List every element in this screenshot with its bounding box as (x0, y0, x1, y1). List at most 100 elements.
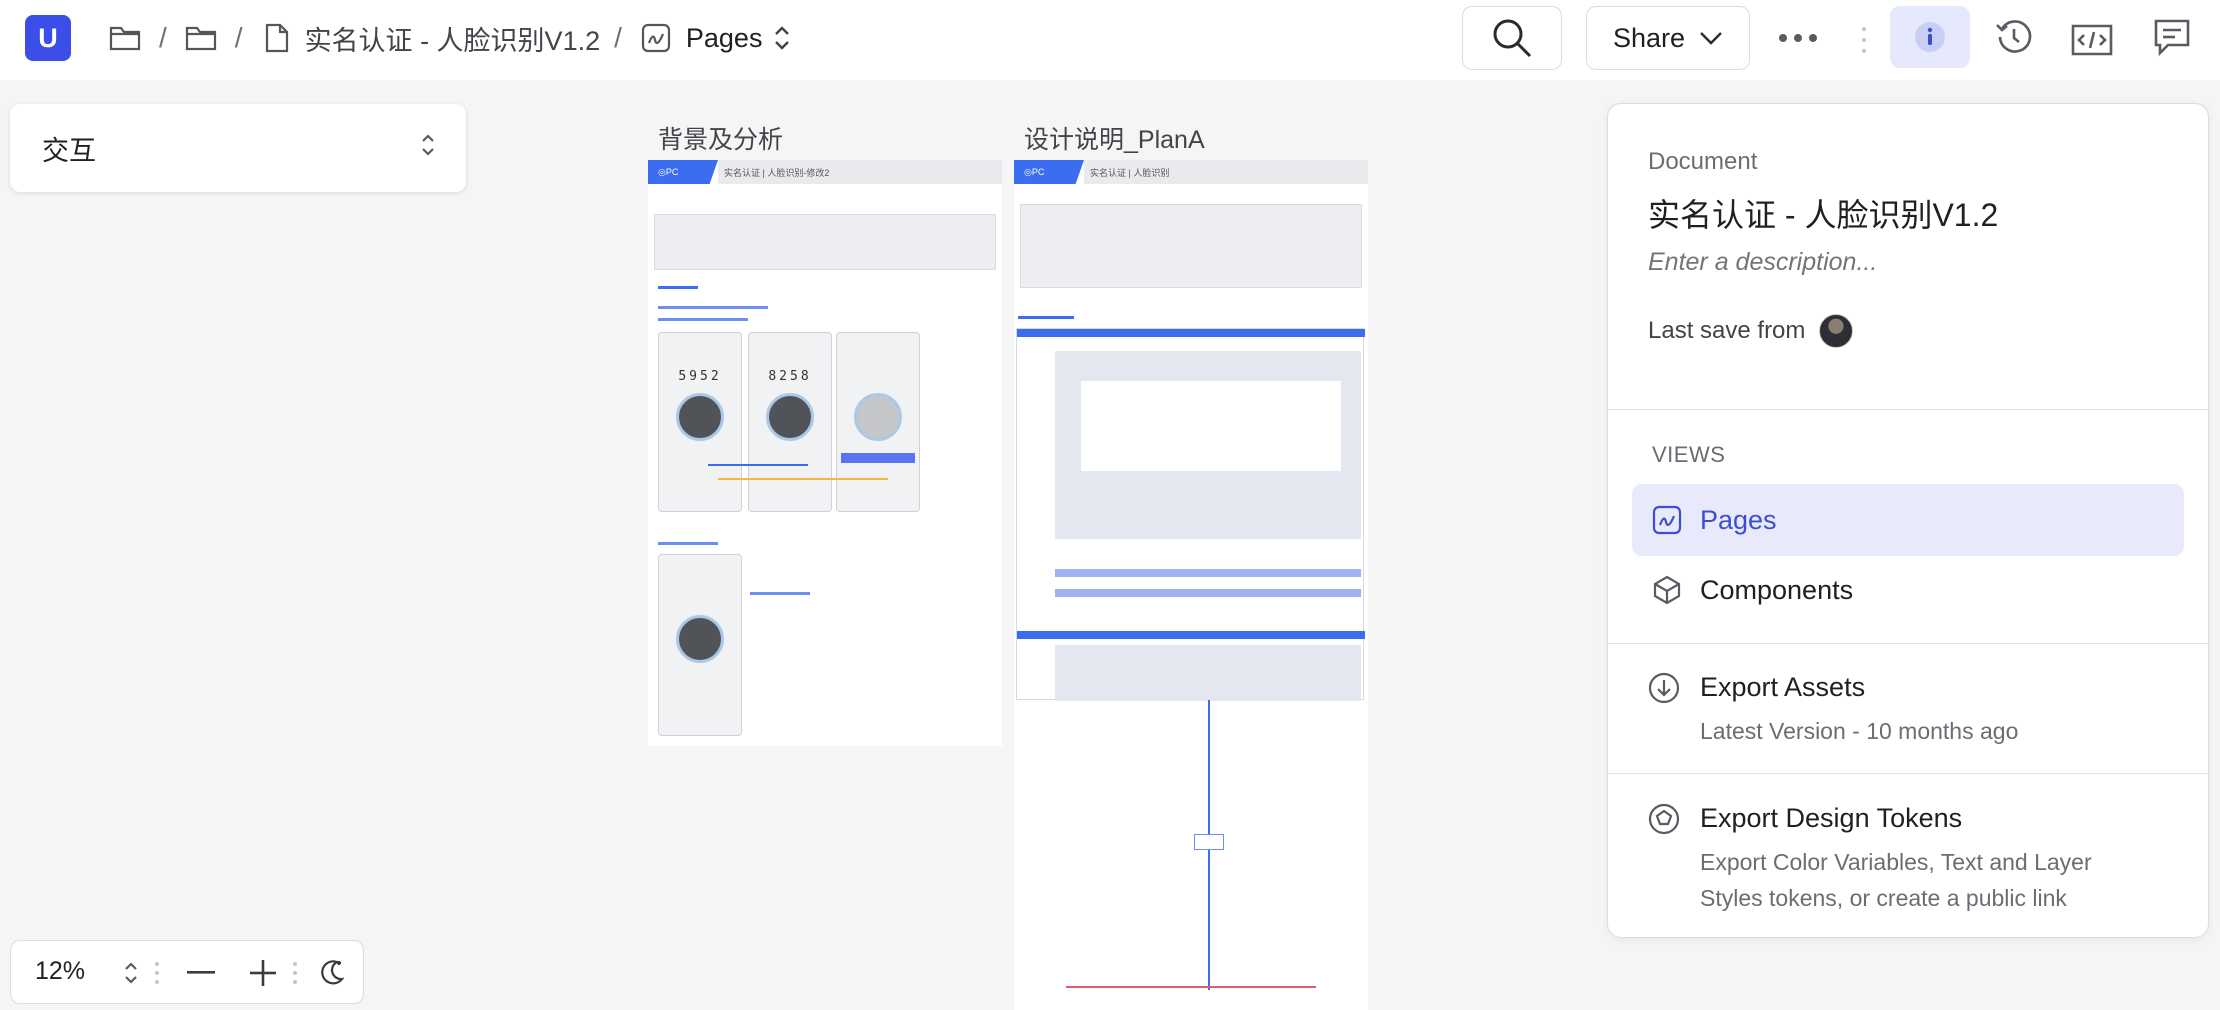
app-logo[interactable]: U (25, 15, 71, 61)
file-icon (257, 18, 297, 58)
zoom-value[interactable]: 12% (35, 957, 85, 986)
pages-icon (1652, 505, 1682, 535)
export-design-tokens-row[interactable]: Export Design Tokens Export Color Variab… (1648, 803, 2160, 916)
mini-phone-screen: 5952 (658, 332, 742, 512)
artboard-title[interactable]: 背景及分析 (658, 120, 783, 156)
mini-table (1020, 204, 1362, 288)
view-item-label: Pages (1700, 504, 1777, 535)
mini-flow-line (708, 464, 808, 466)
mini-flow-line (1208, 700, 1210, 840)
folder-icon[interactable] (181, 18, 221, 58)
plus-icon (250, 960, 276, 986)
view-item-label: Components (1700, 574, 1854, 605)
divider (1608, 773, 2208, 774)
description-input[interactable] (1648, 248, 2168, 277)
artboard-tag: ◎PC (1014, 160, 1084, 184)
chevron-down-icon (1700, 32, 1722, 45)
history-icon (1996, 20, 2032, 53)
mini-text-line (1055, 569, 1361, 577)
mini-face (676, 393, 724, 441)
mini-text-line (658, 306, 768, 309)
export-assets-title: Export Assets (1700, 672, 1866, 702)
mini-face (854, 393, 902, 441)
last-save-info: Last save from (1648, 314, 1854, 348)
artboard-tag: ◎PC (648, 160, 718, 184)
comments-button[interactable] (2140, 6, 2204, 68)
mini-heading (658, 286, 698, 289)
avatar[interactable] (1819, 314, 1854, 348)
mini-phone-screen (836, 332, 920, 512)
zoom-out-button[interactable] (181, 953, 221, 993)
mini-text-line (1055, 589, 1361, 597)
breadcrumb-separator: / (614, 22, 622, 53)
zoom-control: 12% (10, 940, 364, 1004)
zoom-stepper[interactable] (111, 953, 151, 993)
mini-flow-line (1208, 850, 1210, 990)
pages-icon (636, 18, 676, 58)
comment-icon (2154, 19, 2190, 57)
export-assets-subtitle: Latest Version - 10 months ago (1700, 718, 2019, 744)
chevron-updown-icon (125, 962, 137, 984)
mini-flow-node (1194, 834, 1224, 850)
share-button[interactable]: Share (1586, 6, 1750, 70)
artboard-title[interactable]: 设计说明_PlanA (1024, 120, 1205, 156)
artboard-background-analysis[interactable]: ◎PC 实名认证 | 人脸识别-修改2 5952 8258 (648, 160, 1002, 746)
divider (1608, 643, 2208, 644)
download-icon (1648, 672, 1680, 704)
chevron-updown-icon[interactable] (762, 18, 802, 58)
mini-phone-screen (658, 554, 742, 736)
artboard-design-plan-a[interactable]: ◎PC 实名认证 | 人脸识别 (1014, 160, 1368, 1010)
page-selector[interactable]: 交互 (10, 104, 466, 192)
top-bar: U / / 实名认证 - 人脸识别V1.2 / Pages Share (0, 0, 2220, 80)
info-button[interactable] (1890, 6, 1970, 68)
breadcrumb: / / 实名认证 - 人脸识别V1.2 / Pages (105, 16, 802, 60)
more-options-button[interactable] (1770, 12, 1826, 64)
breadcrumb-separator: / (234, 22, 243, 53)
page-selector-value: 交互 (42, 135, 96, 166)
mini-nav (1017, 329, 1365, 337)
chevron-updown-icon (422, 134, 434, 156)
view-item-components[interactable]: Components (1632, 554, 2184, 626)
last-save-label: Last save from (1648, 317, 1806, 344)
artboard-header: ◎PC 实名认证 | 人脸识别-修改2 (648, 160, 1002, 184)
export-tokens-subtitle: Export Color Variables, Text and Layer S… (1700, 849, 2092, 911)
artboard-crumb: 实名认证 | 人脸识别-修改2 (718, 160, 1002, 184)
search-button[interactable] (1462, 6, 1562, 70)
breadcrumb-separator: / (159, 22, 167, 53)
artboard-header: ◎PC 实名认证 | 人脸识别 (1014, 160, 1368, 184)
mini-table (654, 214, 996, 270)
mini-button (841, 453, 915, 463)
logo-letter: U (38, 22, 58, 53)
zoom-in-button[interactable] (243, 953, 283, 993)
breadcrumb-pages[interactable]: Pages (686, 23, 763, 54)
mini-face (766, 393, 814, 441)
breadcrumb-document[interactable]: 实名认证 - 人脸识别V1.2 (305, 19, 601, 58)
artboard-crumb: 实名认证 | 人脸识别 (1084, 160, 1368, 184)
moon-icon (321, 960, 345, 985)
mini-text-line (658, 318, 748, 321)
folder-icon[interactable] (105, 18, 145, 58)
mini-desktop-screen (1016, 328, 1365, 701)
more-icon (1779, 34, 1817, 42)
cube-icon (1653, 575, 1681, 605)
document-label: Document (1648, 148, 1758, 175)
mini-code-number: 5952 (678, 369, 722, 384)
share-label: Share (1612, 22, 1686, 53)
document-title[interactable]: 实名认证 - 人脸识别V1.2 (1648, 190, 1998, 236)
mini-text-line (750, 592, 810, 595)
mini-nav (1017, 631, 1365, 639)
mini-flow-line (1066, 986, 1316, 988)
zoom-divider (289, 953, 301, 993)
export-tokens-title: Export Design Tokens (1700, 803, 1963, 833)
search-icon (1493, 19, 1532, 58)
mini-code-number: 8258 (768, 369, 812, 384)
token-icon (1648, 803, 1680, 835)
dark-mode-toggle[interactable] (311, 953, 351, 993)
code-inspect-button[interactable] (2060, 6, 2124, 68)
mini-content (1055, 645, 1361, 701)
version-history-button[interactable] (1982, 6, 2046, 68)
view-item-pages[interactable]: Pages (1632, 484, 2184, 556)
mini-text-line (658, 542, 718, 545)
export-assets-row[interactable]: Export Assets Latest Version - 10 months… (1648, 672, 2160, 749)
document-info-panel: Document 实名认证 - 人脸识别V1.2 Last save from … (1607, 103, 2209, 938)
